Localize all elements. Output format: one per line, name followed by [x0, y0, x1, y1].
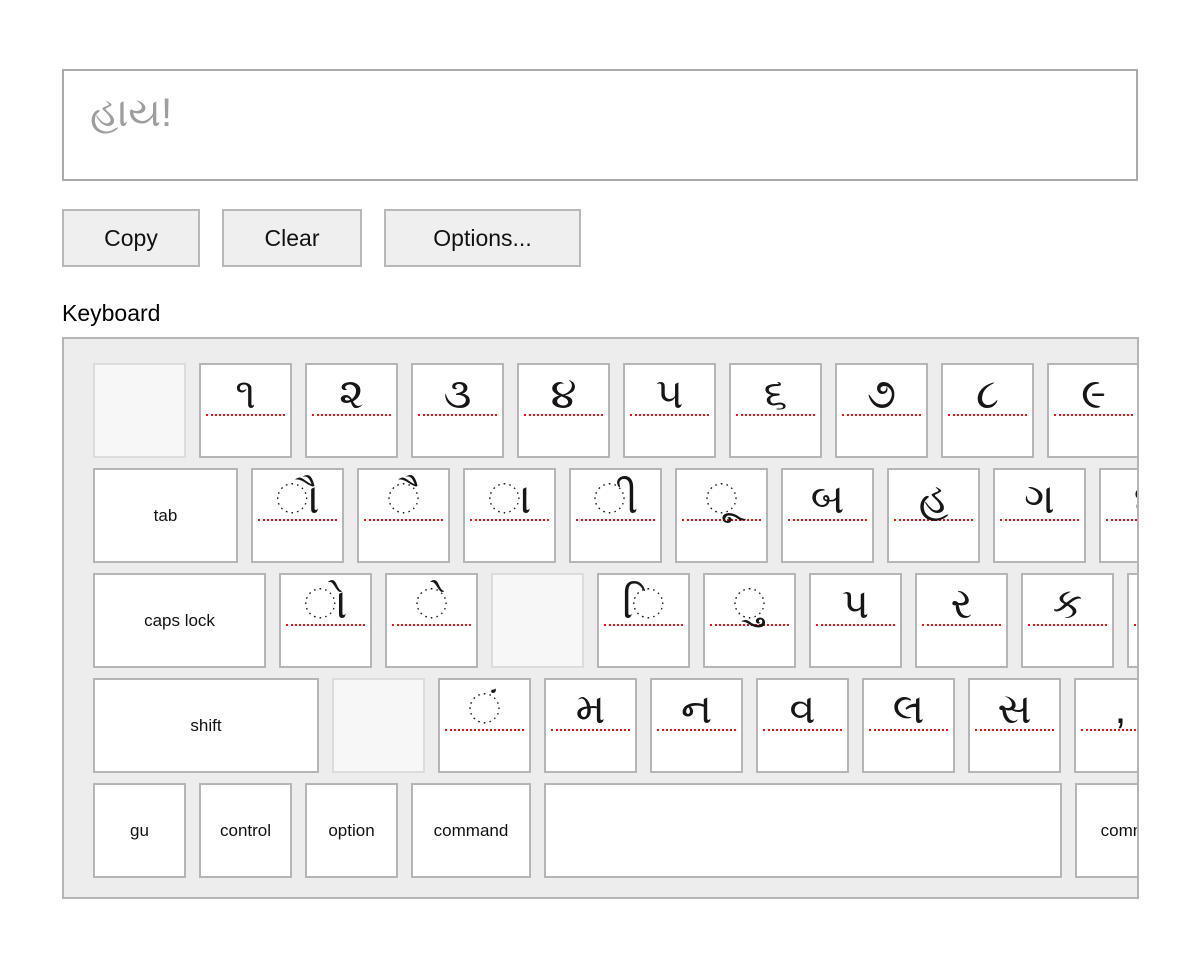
key-glyph: ૪: [524, 372, 603, 416]
key-glyph: ૫: [630, 372, 709, 416]
key-glyph: ૮: [948, 372, 1027, 416]
key-pa[interactable]: પ: [809, 573, 902, 668]
keyboard-row: ૧૨૩૪૫૬૭૮૯: [93, 363, 1137, 458]
key-space[interactable]: [544, 783, 1062, 878]
key-ai-matra[interactable]: ◌ૈ: [357, 468, 450, 563]
key-ba[interactable]: બ: [781, 468, 874, 563]
key-control[interactable]: control: [199, 783, 292, 878]
key-digit-9[interactable]: ૯: [1047, 363, 1139, 458]
key-glyph: ન: [657, 687, 736, 731]
key-tab[interactable]: tab: [93, 468, 238, 563]
copy-button[interactable]: Copy: [62, 209, 200, 267]
key-label: tab: [154, 506, 178, 526]
keyboard-label: Keyboard: [62, 300, 1200, 326]
keyboard-row: shift ◌ં મનવલસ,: [93, 678, 1137, 773]
key-ma[interactable]: મ: [544, 678, 637, 773]
key-va[interactable]: વ: [756, 678, 849, 773]
key-ta[interactable]: ત: [1127, 573, 1139, 668]
key-da[interactable]: દ: [1099, 468, 1139, 563]
key-ii-matra[interactable]: ◌ી: [569, 468, 662, 563]
key-glyph: સ: [975, 687, 1054, 731]
key-na[interactable]: ન: [650, 678, 743, 773]
key-caps-lock[interactable]: caps lock: [93, 573, 266, 668]
key-ka[interactable]: ક: [1021, 573, 1114, 668]
key-glyph: ◌િ: [604, 582, 683, 626]
key-glyph: ગ: [1000, 477, 1079, 521]
key-i-matra[interactable]: ◌િ: [597, 573, 690, 668]
key-command-left[interactable]: command: [411, 783, 531, 878]
key-label: option: [328, 821, 374, 841]
key-digit-3[interactable]: ૩: [411, 363, 504, 458]
key-grave-blank: [93, 363, 186, 458]
key-digit-4[interactable]: ૪: [517, 363, 610, 458]
key-shift[interactable]: shift: [93, 678, 319, 773]
key-ha[interactable]: હ: [887, 468, 980, 563]
key-glyph: ક: [1028, 582, 1107, 626]
key-glyph: મ: [551, 687, 630, 731]
key-glyph: ૭: [842, 372, 921, 416]
key-label: caps lock: [144, 611, 215, 631]
key-label: shift: [190, 716, 221, 736]
key-glyph: ૯: [1054, 372, 1133, 416]
key-glyph: ◌ા: [470, 477, 549, 521]
key-glyph: ૩: [418, 372, 497, 416]
key-glyph: ◌ુ: [710, 582, 789, 626]
key-o-matra[interactable]: ◌ો: [279, 573, 372, 668]
key-glyph: ◌ૂ: [682, 477, 761, 521]
key-la[interactable]: લ: [862, 678, 955, 773]
key-label: control: [220, 821, 271, 841]
clear-button[interactable]: Clear: [222, 209, 362, 267]
key-glyph: દ: [1106, 477, 1139, 521]
key-glyph: ૨: [312, 372, 391, 416]
key-glyph: વ: [763, 687, 842, 731]
key-label: command: [434, 821, 509, 841]
key-option[interactable]: option: [305, 783, 398, 878]
key-z-blank: [332, 678, 425, 773]
key-comma[interactable]: ,: [1074, 678, 1139, 773]
key-glyph: ◌ૌ: [258, 477, 337, 521]
key-glyph: ૧: [206, 372, 285, 416]
key-label: gu: [130, 821, 149, 841]
key-digit-7[interactable]: ૭: [835, 363, 928, 458]
key-virama-blank: [491, 573, 584, 668]
key-digit-5[interactable]: ૫: [623, 363, 716, 458]
virtual-keyboard: ૧૨૩૪૫૬૭૮૯ tab ◌ૌ ◌ૈ ◌ા ◌ી ◌ૂ બહગદ caps lock ◌ો ◌ે ◌…: [62, 337, 1139, 899]
key-u-matra[interactable]: ◌ુ: [703, 573, 796, 668]
key-digit-1[interactable]: ૧: [199, 363, 292, 458]
key-sa[interactable]: સ: [968, 678, 1061, 773]
key-glyph: લ: [869, 687, 948, 731]
key-glyph: ,: [1081, 687, 1139, 731]
key-command-right[interactable]: command: [1075, 783, 1139, 878]
key-ra[interactable]: ર: [915, 573, 1008, 668]
button-row: Copy Clear Options...: [62, 209, 1200, 267]
key-e-matra[interactable]: ◌ે: [385, 573, 478, 668]
key-gu[interactable]: gu: [93, 783, 186, 878]
text-input[interactable]: [62, 69, 1138, 181]
keyboard-row: tab ◌ૌ ◌ૈ ◌ા ◌ી ◌ૂ બહગદ: [93, 468, 1137, 563]
key-glyph: ◌ો: [286, 582, 365, 626]
keyboard-row: caps lock ◌ો ◌ે ◌િ ◌ુ પરકત: [93, 573, 1137, 668]
key-glyph: ર: [922, 582, 1001, 626]
key-ga[interactable]: ગ: [993, 468, 1086, 563]
key-aa-matra[interactable]: ◌ા: [463, 468, 556, 563]
key-digit-6[interactable]: ૬: [729, 363, 822, 458]
key-anusvara[interactable]: ◌ં: [438, 678, 531, 773]
key-uu-matra[interactable]: ◌ૂ: [675, 468, 768, 563]
key-glyph: હ: [894, 477, 973, 521]
key-digit-2[interactable]: ૨: [305, 363, 398, 458]
key-glyph: ◌ી: [576, 477, 655, 521]
key-glyph: ત: [1134, 582, 1139, 626]
key-digit-8[interactable]: ૮: [941, 363, 1034, 458]
page: Copy Clear Options... Keyboard ૧૨૩૪૫૬૭૮૯…: [0, 0, 1200, 899]
key-glyph: બ: [788, 477, 867, 521]
key-glyph: ◌ૈ: [364, 477, 443, 521]
key-au-matra[interactable]: ◌ૌ: [251, 468, 344, 563]
keyboard-row: gu control option command command: [93, 783, 1137, 878]
key-glyph: ◌ં: [445, 687, 524, 731]
options-button[interactable]: Options...: [384, 209, 581, 267]
key-glyph: ◌ે: [392, 582, 471, 626]
key-glyph: પ: [816, 582, 895, 626]
key-glyph: ૬: [736, 372, 815, 416]
key-label: command: [1101, 821, 1139, 841]
